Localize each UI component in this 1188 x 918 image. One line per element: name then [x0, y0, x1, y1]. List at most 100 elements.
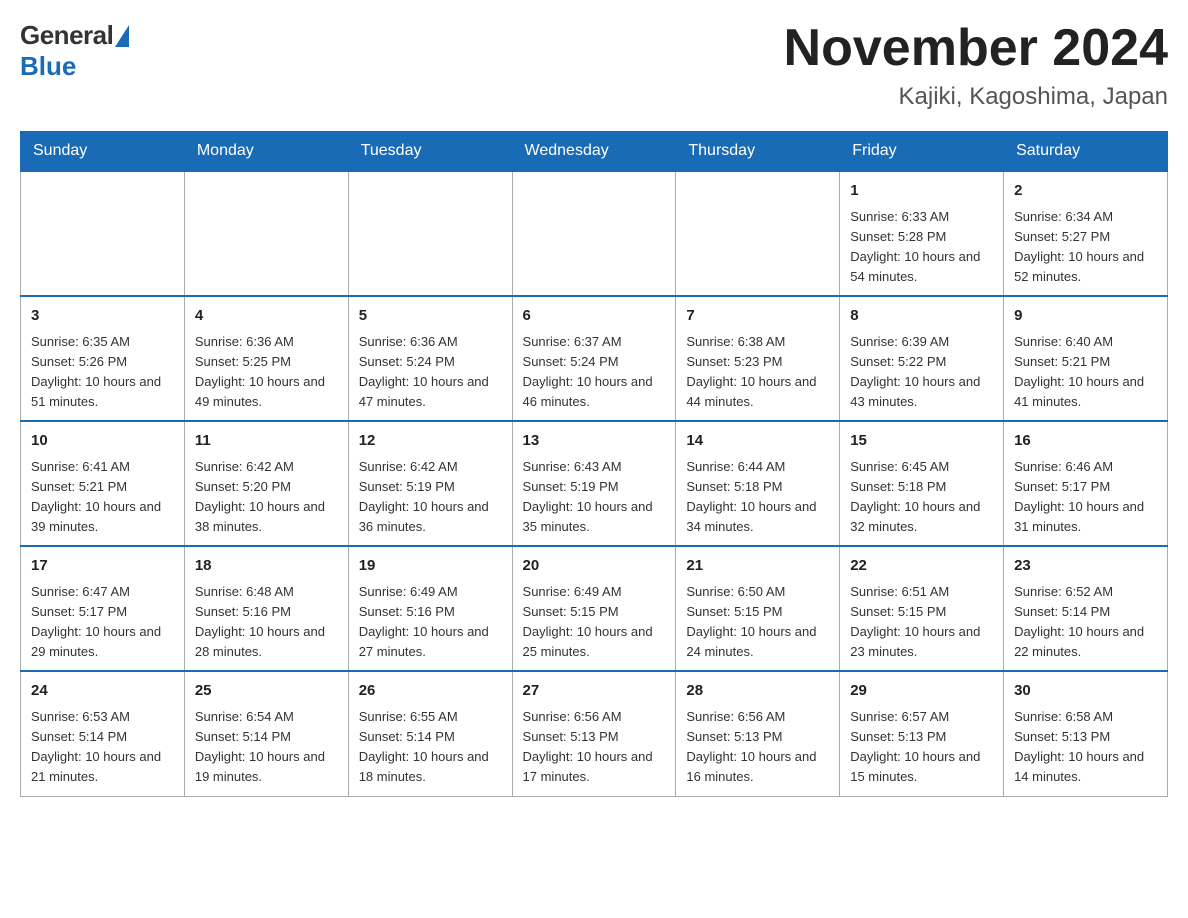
calendar-cell: 30Sunrise: 6:58 AM Sunset: 5:13 PM Dayli… [1004, 671, 1168, 796]
calendar-cell: 29 Sunrise: 6:57 AM Sunset: 5:13 PM Dayli… [840, 671, 1004, 796]
weekday-header-sunday: Sunday [21, 132, 185, 172]
calendar-cell: 13 Sunrise: 6:43 AM Sunset: 5:19 PM Dayli… [512, 421, 676, 546]
day-info: Sunrise: 6:45 AM Sunset: 5:18 PM Dayligh… [850, 457, 993, 538]
calendar-cell: 22Sunrise: 6:51 AM Sunset: 5:15 PM Dayli… [840, 546, 1004, 671]
day-number: 7 [686, 305, 829, 328]
location-title: Kajiki, Kagoshima, Japan [784, 83, 1168, 111]
day-info: Sunrise: 6:49 AM Sunset: 5:16 PM Dayligh… [359, 582, 502, 663]
calendar-cell: 28Sunrise: 6:56 AM Sunset: 5:13 PM Dayli… [676, 671, 840, 796]
calendar-cell [512, 171, 676, 296]
calendar-cell: 26 Sunrise: 6:55 AM Sunset: 5:14 PM Dayli… [348, 671, 512, 796]
calendar-cell: 18 Sunrise: 6:48 AM Sunset: 5:16 PM Dayli… [184, 546, 348, 671]
calendar-cell: 12Sunrise: 6:42 AM Sunset: 5:19 PM Dayli… [348, 421, 512, 546]
calendar-cell: 11 Sunrise: 6:42 AM Sunset: 5:20 PM Dayli… [184, 421, 348, 546]
calendar-week-row: 24 Sunrise: 6:53 AM Sunset: 5:14 PM Dayli… [21, 671, 1168, 796]
day-number: 16 [1014, 430, 1157, 453]
calendar-cell: 20 Sunrise: 6:49 AM Sunset: 5:15 PM Dayli… [512, 546, 676, 671]
calendar-week-row: 1 Sunrise: 6:33 AM Sunset: 5:28 PM Daylig… [21, 171, 1168, 296]
day-number: 15 [850, 430, 993, 453]
day-info: Sunrise: 6:42 AM Sunset: 5:20 PM Dayligh… [195, 457, 338, 538]
day-number: 3 [31, 305, 174, 328]
day-info: Sunrise: 6:48 AM Sunset: 5:16 PM Dayligh… [195, 582, 338, 663]
calendar-cell: 27 Sunrise: 6:56 AM Sunset: 5:13 PM Dayli… [512, 671, 676, 796]
day-number: 22 [850, 555, 993, 578]
logo-blue-text: Blue [20, 51, 76, 82]
day-number: 24 [31, 680, 174, 703]
day-info: Sunrise: 6:52 AM Sunset: 5:14 PM Dayligh… [1014, 582, 1157, 663]
day-info: Sunrise: 6:38 AM Sunset: 5:23 PM Dayligh… [686, 332, 829, 413]
day-number: 27 [523, 680, 666, 703]
day-number: 30 [1014, 680, 1157, 703]
day-number: 13 [523, 430, 666, 453]
calendar-cell [676, 171, 840, 296]
day-info: Sunrise: 6:36 AM Sunset: 5:25 PM Dayligh… [195, 332, 338, 413]
day-info: Sunrise: 6:53 AM Sunset: 5:14 PM Dayligh… [31, 707, 174, 788]
calendar-cell: 9Sunrise: 6:40 AM Sunset: 5:21 PM Daylig… [1004, 296, 1168, 421]
day-number: 26 [359, 680, 502, 703]
weekday-header-tuesday: Tuesday [348, 132, 512, 172]
calendar-cell: 21 Sunrise: 6:50 AM Sunset: 5:15 PM Dayli… [676, 546, 840, 671]
title-section: November 2024 Kajiki, Kagoshima, Japan [784, 20, 1168, 111]
weekday-header-friday: Friday [840, 132, 1004, 172]
day-number: 21 [686, 555, 829, 578]
day-info: Sunrise: 6:39 AM Sunset: 5:22 PM Dayligh… [850, 332, 993, 413]
day-number: 18 [195, 555, 338, 578]
day-number: 29 [850, 680, 993, 703]
day-info: Sunrise: 6:43 AM Sunset: 5:19 PM Dayligh… [523, 457, 666, 538]
day-info: Sunrise: 6:56 AM Sunset: 5:13 PM Dayligh… [686, 707, 829, 788]
day-number: 6 [523, 305, 666, 328]
calendar-cell: 23 Sunrise: 6:52 AM Sunset: 5:14 PM Dayli… [1004, 546, 1168, 671]
day-info: Sunrise: 6:41 AM Sunset: 5:21 PM Dayligh… [31, 457, 174, 538]
calendar-cell: 16Sunrise: 6:46 AM Sunset: 5:17 PM Dayli… [1004, 421, 1168, 546]
day-number: 2 [1014, 180, 1157, 203]
calendar-cell: 24 Sunrise: 6:53 AM Sunset: 5:14 PM Dayli… [21, 671, 185, 796]
day-number: 10 [31, 430, 174, 453]
day-info: Sunrise: 6:44 AM Sunset: 5:18 PM Dayligh… [686, 457, 829, 538]
weekday-header-row: SundayMondayTuesdayWednesdayThursdayFrid… [21, 132, 1168, 172]
calendar-cell: 10 Sunrise: 6:41 AM Sunset: 5:21 PM Dayli… [21, 421, 185, 546]
day-info: Sunrise: 6:35 AM Sunset: 5:26 PM Dayligh… [31, 332, 174, 413]
calendar-cell: 15 Sunrise: 6:45 AM Sunset: 5:18 PM Dayli… [840, 421, 1004, 546]
calendar-cell: 1 Sunrise: 6:33 AM Sunset: 5:28 PM Daylig… [840, 171, 1004, 296]
day-info: Sunrise: 6:36 AM Sunset: 5:24 PM Dayligh… [359, 332, 502, 413]
day-info: Sunrise: 6:34 AM Sunset: 5:27 PM Dayligh… [1014, 207, 1157, 288]
day-number: 8 [850, 305, 993, 328]
day-info: Sunrise: 6:33 AM Sunset: 5:28 PM Dayligh… [850, 207, 993, 288]
calendar-cell: 17 Sunrise: 6:47 AM Sunset: 5:17 PM Dayli… [21, 546, 185, 671]
logo: General Blue [20, 20, 129, 82]
weekday-header-monday: Monday [184, 132, 348, 172]
day-number: 23 [1014, 555, 1157, 578]
day-info: Sunrise: 6:47 AM Sunset: 5:17 PM Dayligh… [31, 582, 174, 663]
day-number: 11 [195, 430, 338, 453]
day-number: 5 [359, 305, 502, 328]
calendar-cell: 14 Sunrise: 6:44 AM Sunset: 5:18 PM Dayli… [676, 421, 840, 546]
day-number: 25 [195, 680, 338, 703]
day-info: Sunrise: 6:56 AM Sunset: 5:13 PM Dayligh… [523, 707, 666, 788]
day-info: Sunrise: 6:40 AM Sunset: 5:21 PM Dayligh… [1014, 332, 1157, 413]
weekday-header-thursday: Thursday [676, 132, 840, 172]
day-number: 14 [686, 430, 829, 453]
day-info: Sunrise: 6:57 AM Sunset: 5:13 PM Dayligh… [850, 707, 993, 788]
calendar-cell: 3 Sunrise: 6:35 AM Sunset: 5:26 PM Daylig… [21, 296, 185, 421]
day-number: 1 [850, 180, 993, 203]
calendar-week-row: 3 Sunrise: 6:35 AM Sunset: 5:26 PM Daylig… [21, 296, 1168, 421]
calendar-week-row: 10 Sunrise: 6:41 AM Sunset: 5:21 PM Dayli… [21, 421, 1168, 546]
day-number: 20 [523, 555, 666, 578]
day-number: 17 [31, 555, 174, 578]
calendar-cell: 19 Sunrise: 6:49 AM Sunset: 5:16 PM Dayli… [348, 546, 512, 671]
logo-triangle-icon [115, 25, 129, 47]
day-number: 19 [359, 555, 502, 578]
day-info: Sunrise: 6:49 AM Sunset: 5:15 PM Dayligh… [523, 582, 666, 663]
calendar-cell: 25Sunrise: 6:54 AM Sunset: 5:14 PM Dayli… [184, 671, 348, 796]
page-header: General Blue November 2024 Kajiki, Kagos… [20, 20, 1168, 111]
day-info: Sunrise: 6:50 AM Sunset: 5:15 PM Dayligh… [686, 582, 829, 663]
calendar-cell: 7 Sunrise: 6:38 AM Sunset: 5:23 PM Daylig… [676, 296, 840, 421]
calendar-cell: 6 Sunrise: 6:37 AM Sunset: 5:24 PM Daylig… [512, 296, 676, 421]
weekday-header-saturday: Saturday [1004, 132, 1168, 172]
calendar-cell: 5 Sunrise: 6:36 AM Sunset: 5:24 PM Daylig… [348, 296, 512, 421]
day-info: Sunrise: 6:37 AM Sunset: 5:24 PM Dayligh… [523, 332, 666, 413]
day-info: Sunrise: 6:42 AM Sunset: 5:19 PM Dayligh… [359, 457, 502, 538]
day-info: Sunrise: 6:55 AM Sunset: 5:14 PM Dayligh… [359, 707, 502, 788]
logo-general-text: General [20, 20, 113, 51]
calendar-cell [21, 171, 185, 296]
